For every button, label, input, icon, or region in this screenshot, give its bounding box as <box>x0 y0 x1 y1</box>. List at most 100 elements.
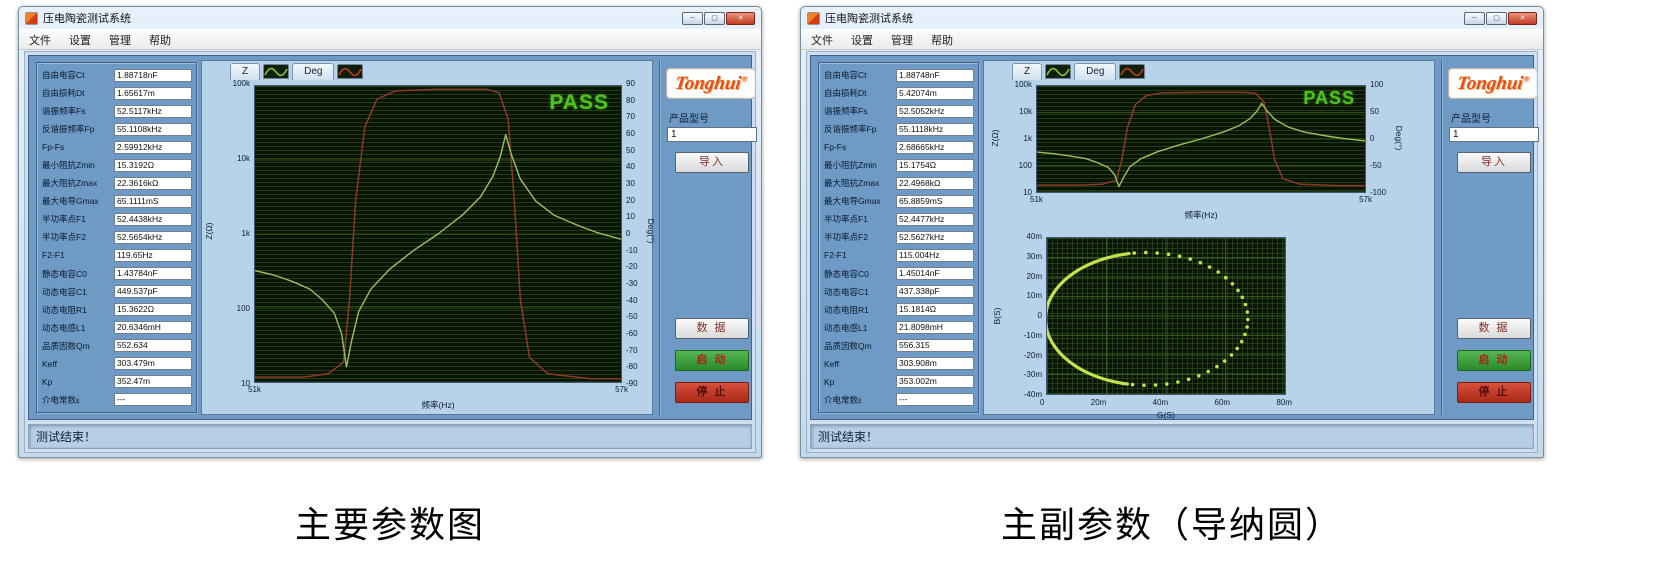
param-value-input[interactable]: --- <box>896 393 974 406</box>
param-value-input[interactable]: 15.3192Ω <box>114 159 192 172</box>
axis-tick-label: 90 <box>626 80 635 88</box>
tab-deg-label: Deg <box>304 66 322 77</box>
axis-tick-label: -50 <box>1370 162 1382 170</box>
param-value-input[interactable]: 52.4477kHz <box>896 213 974 226</box>
param-value-input[interactable]: 115.004Hz <box>896 249 974 262</box>
status-text: 测试结束！ <box>818 428 878 445</box>
param-value-input[interactable]: 119.65Hz <box>114 249 192 262</box>
titlebar[interactable]: 压电陶瓷测试系统 ─ ▢ ✕ <box>801 7 1543 29</box>
param-value-input[interactable]: 2.59912kHz <box>114 141 192 154</box>
param-value-input[interactable]: 15.1754Ω <box>896 159 974 172</box>
param-label: 自由损耗Dt <box>42 87 114 99</box>
import-button[interactable]: 导入 <box>675 152 749 173</box>
titlebar[interactable]: 压电陶瓷测试系统 ─ ▢ ✕ <box>19 7 761 29</box>
data-button[interactable]: 数 据 <box>675 318 749 339</box>
param-label: 动态电阻R1 <box>824 304 896 316</box>
minimize-button[interactable]: ─ <box>682 12 703 25</box>
axis-tick-label: 40m <box>1153 399 1169 407</box>
param-label: 动态电阻R1 <box>42 304 114 316</box>
param-value-input[interactable]: 22.4968kΩ <box>896 177 974 190</box>
axis-tick-label: 80m <box>1276 399 1292 407</box>
param-value-input[interactable]: 1.88748nF <box>896 69 974 82</box>
param-row: 介电常数ε--- <box>42 392 192 408</box>
menu-manage[interactable]: 管理 <box>891 32 913 48</box>
param-value-input[interactable]: 437.338pF <box>896 285 974 298</box>
param-value-input[interactable]: 65.1111mS <box>114 195 192 208</box>
menu-help[interactable]: 帮助 <box>149 32 171 48</box>
tab-z[interactable]: Z <box>1012 63 1042 80</box>
stop-button[interactable]: 停 止 <box>1457 382 1531 403</box>
param-value-input[interactable]: 303.908m <box>896 357 974 370</box>
param-row: 谐振频率Fs52.5117kHz <box>42 103 192 119</box>
axis-tick-label: 50 <box>626 147 635 155</box>
param-value-input[interactable]: 1.88718nF <box>114 69 192 82</box>
maximize-button[interactable]: ▢ <box>704 12 725 25</box>
param-value-input[interactable]: 556.315 <box>896 339 974 352</box>
x-axis-label: G(S) <box>1046 410 1286 420</box>
z-curve-icon[interactable] <box>263 64 289 79</box>
param-value-input[interactable]: 15.1814Ω <box>896 303 974 316</box>
menu-file[interactable]: 文件 <box>811 32 833 48</box>
minimize-button[interactable]: ─ <box>1464 12 1485 25</box>
param-value-input[interactable]: --- <box>114 393 192 406</box>
menu-settings[interactable]: 设置 <box>851 32 873 48</box>
param-row: 半功率点F152.4438kHz <box>42 211 192 227</box>
stop-button[interactable]: 停 止 <box>675 382 749 403</box>
param-value-input[interactable]: 5.42074m <box>896 87 974 100</box>
param-value-input[interactable]: 2.68665kHz <box>896 141 974 154</box>
data-button[interactable]: 数 据 <box>1457 318 1531 339</box>
param-value-input[interactable]: 1.65617m <box>114 87 192 100</box>
tab-deg[interactable]: Deg <box>1074 63 1116 80</box>
deg-curve-icon[interactable] <box>337 64 363 79</box>
tab-deg[interactable]: Deg <box>292 63 334 80</box>
product-model-input[interactable] <box>1449 127 1539 142</box>
param-label: 最大电导Gmax <box>824 195 896 207</box>
param-value-input[interactable]: 52.5654kHz <box>114 231 192 244</box>
param-value-input[interactable]: 52.5627kHz <box>896 231 974 244</box>
z-curve-icon[interactable] <box>1045 64 1071 79</box>
param-label: 最大电导Gmax <box>42 195 114 207</box>
menu-file[interactable]: 文件 <box>29 32 51 48</box>
param-label: 自由电容Ct <box>824 69 896 81</box>
param-value-input[interactable]: 22.3616kΩ <box>114 177 192 190</box>
maximize-button[interactable]: ▢ <box>1486 12 1507 25</box>
param-value-input[interactable]: 303.479m <box>114 357 192 370</box>
param-row: 最小阻抗Zmin15.3192Ω <box>42 157 192 173</box>
param-value-input[interactable]: 65.8859mS <box>896 195 974 208</box>
tab-z[interactable]: Z <box>230 63 260 80</box>
main-area: 自由电容Ct1.88718nF自由损耗Dt1.65617m谐振频率Fs52.51… <box>28 55 752 420</box>
param-value-input[interactable]: 52.5052kHz <box>896 105 974 118</box>
param-row: 品质因数Qm552.634 <box>42 338 192 354</box>
param-row: 反谐振频率Fp55.1108kHz <box>42 121 192 137</box>
param-label: 半功率点F1 <box>42 213 114 225</box>
menu-help[interactable]: 帮助 <box>931 32 953 48</box>
close-button[interactable]: ✕ <box>726 12 755 25</box>
axis-tick-label: 1k <box>242 230 250 238</box>
deg-curve-icon[interactable] <box>1119 64 1145 79</box>
start-button[interactable]: 启 动 <box>1457 350 1531 371</box>
product-model-input[interactable] <box>667 127 757 142</box>
param-value-input[interactable]: 449.537pF <box>114 285 192 298</box>
admittance-circle-plot <box>1046 237 1286 395</box>
param-value-input[interactable]: 55.1108kHz <box>114 123 192 136</box>
start-button[interactable]: 启 动 <box>675 350 749 371</box>
param-value-input[interactable]: 15.3622Ω <box>114 303 192 316</box>
param-value-input[interactable]: 52.5117kHz <box>114 105 192 118</box>
close-button[interactable]: ✕ <box>1508 12 1537 25</box>
axis-tick-label: 0 <box>626 230 630 238</box>
import-button[interactable]: 导入 <box>1457 152 1531 173</box>
menu-settings[interactable]: 设置 <box>69 32 91 48</box>
axis-tick-label: -100 <box>1370 189 1386 197</box>
param-value-input[interactable]: 52.4438kHz <box>114 213 192 226</box>
param-value-input[interactable]: 20.6346mH <box>114 321 192 334</box>
param-value-input[interactable]: 21.8098mH <box>896 321 974 334</box>
param-value-input[interactable]: 552.634 <box>114 339 192 352</box>
window-body: 自由电容Ct1.88748nF自由损耗Dt5.42074m谐振频率Fs52.50… <box>806 51 1538 453</box>
param-row: 半功率点F252.5627kHz <box>824 229 974 245</box>
param-value-input[interactable]: 353.002m <box>896 375 974 388</box>
menu-manage[interactable]: 管理 <box>109 32 131 48</box>
param-value-input[interactable]: 55.1118kHz <box>896 123 974 136</box>
param-value-input[interactable]: 1.43784nF <box>114 267 192 280</box>
param-value-input[interactable]: 352.47m <box>114 375 192 388</box>
param-value-input[interactable]: 1.45014nF <box>896 267 974 280</box>
